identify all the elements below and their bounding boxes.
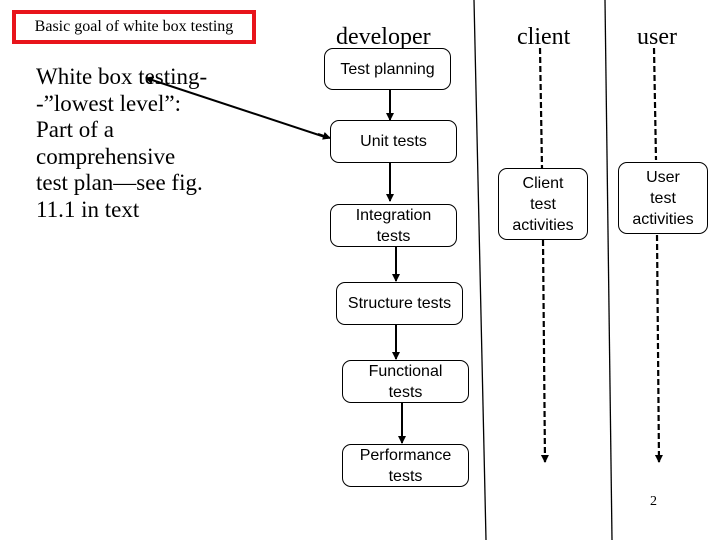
node-label: Integration tests xyxy=(355,206,432,245)
node-integration-tests: Integration tests xyxy=(330,204,457,247)
node-performance-tests: Performance tests xyxy=(342,444,469,487)
user-lifeline-bottom xyxy=(654,234,663,463)
client-lifeline-bottom xyxy=(540,239,549,463)
node-functional-tests: Functional tests xyxy=(342,360,469,403)
body-text: White box testing- -”lowest level”: Part… xyxy=(36,64,208,222)
page-number: 2 xyxy=(650,494,657,509)
client-lifeline-top xyxy=(538,47,544,169)
node-label: Structure tests xyxy=(347,295,452,312)
node-label: Functional tests xyxy=(368,362,443,401)
slide: Basic goal of white box testing White bo… xyxy=(0,0,720,540)
lane-heading-developer: developer xyxy=(336,24,431,50)
node-client-test-activities: Client test activities xyxy=(498,168,588,240)
node-structure-tests: Structure tests xyxy=(336,282,463,325)
node-test-planning: Test planning xyxy=(324,48,451,90)
lane-heading-user: user xyxy=(637,24,677,50)
node-label: Performance tests xyxy=(359,446,452,485)
node-label: User test activities xyxy=(632,168,694,228)
lane-divider-right xyxy=(604,0,613,540)
lane-divider-left xyxy=(473,0,487,540)
annotation-arrow-tail xyxy=(317,131,331,140)
lane-heading-client: client xyxy=(517,24,571,50)
slide-title: Basic goal of white box testing xyxy=(34,18,234,35)
node-user-test-activities: User test activities xyxy=(618,162,708,234)
node-unit-tests: Unit tests xyxy=(330,120,457,163)
user-lifeline-top xyxy=(652,47,658,161)
node-label: Client test activities xyxy=(512,174,574,234)
slide-title-box: Basic goal of white box testing xyxy=(12,10,256,44)
node-label: Test planning xyxy=(340,60,435,78)
node-label: Unit tests xyxy=(360,133,427,150)
